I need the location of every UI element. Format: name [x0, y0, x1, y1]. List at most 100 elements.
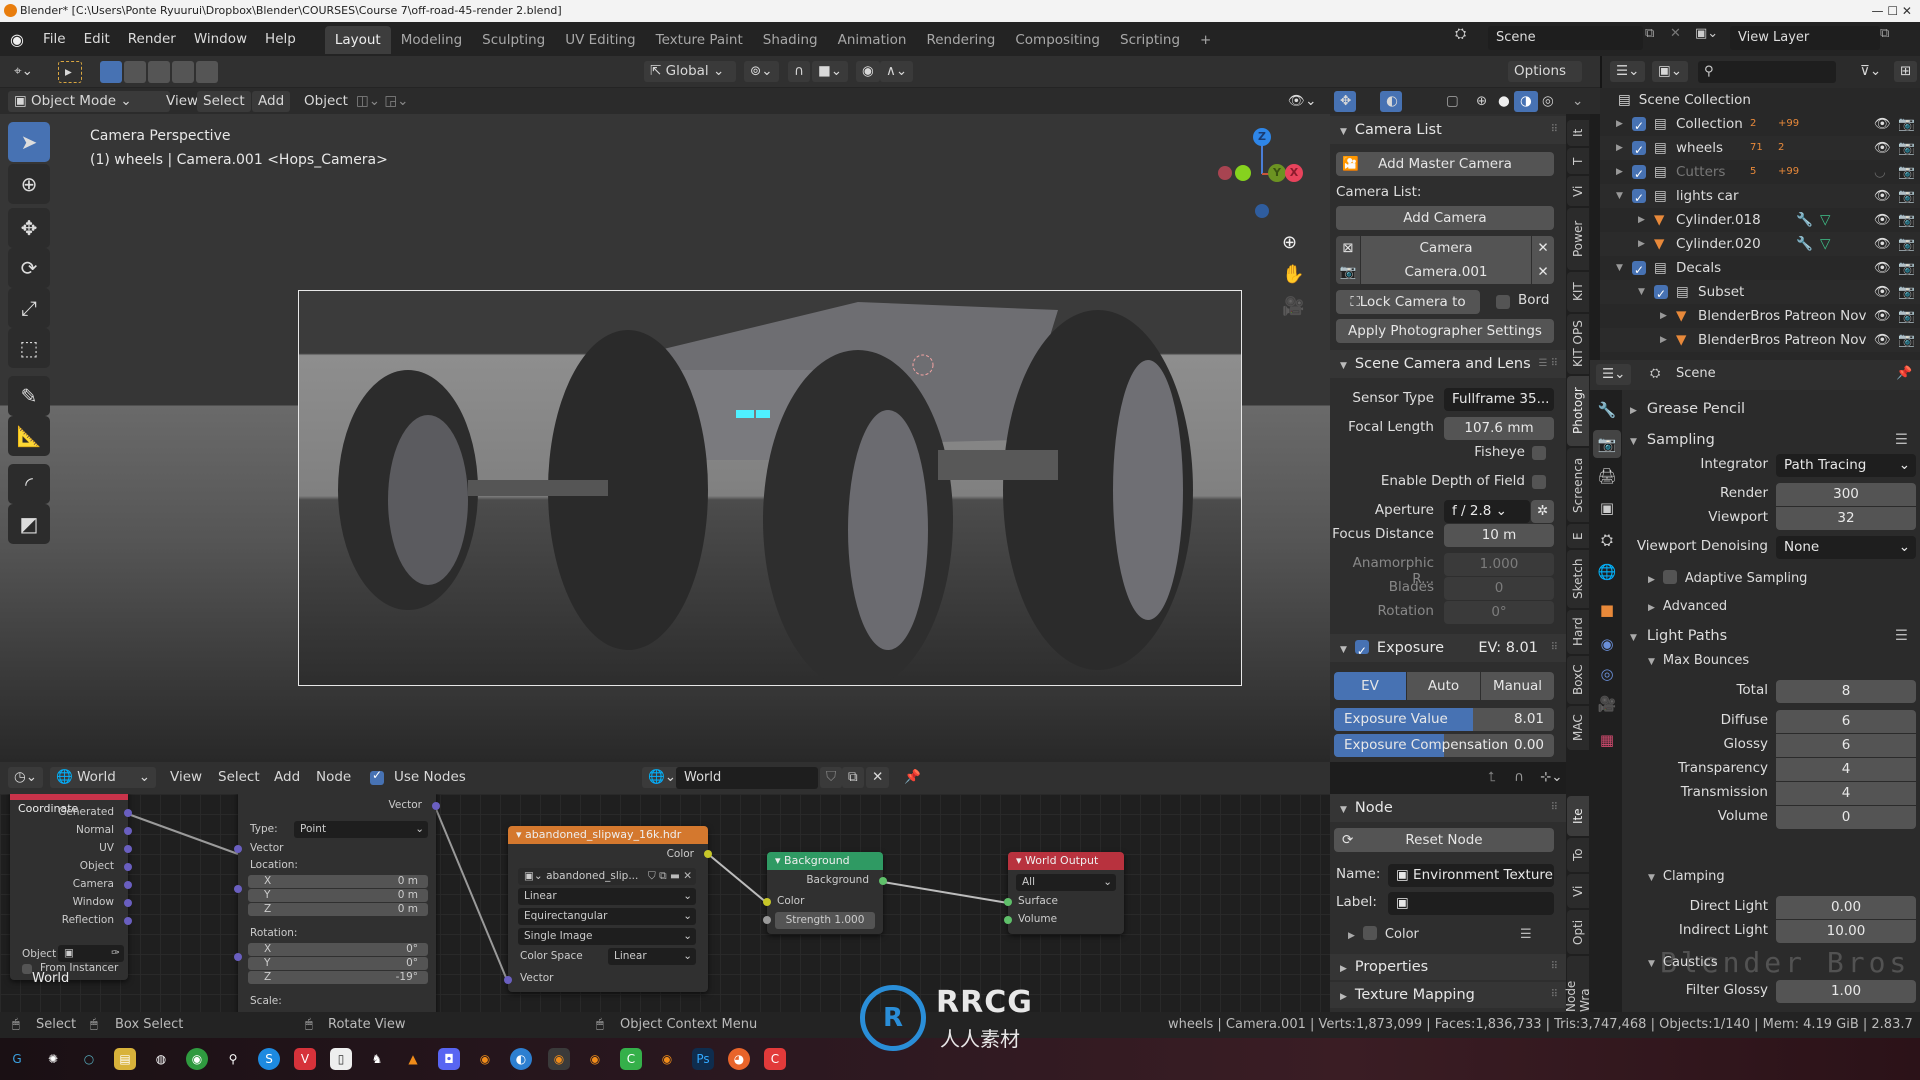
taskbar-logitech-icon[interactable]: G — [6, 1048, 28, 1070]
taskbar-steelseries-icon[interactable]: ✺ — [42, 1048, 64, 1070]
expand-icon[interactable]: ▶ — [1660, 304, 1667, 328]
world-output-surface-socket[interactable] — [1004, 898, 1012, 906]
grease-pencil-panel[interactable]: ▶ Grease Pencil — [1630, 398, 1745, 420]
visibility-eye-icon[interactable]: 👁 — [1874, 280, 1891, 304]
outliner-search-input[interactable]: ⚲ — [1698, 61, 1836, 83]
texture-mapping-panel-header[interactable]: ▶ Texture Mapping ⠿ — [1330, 982, 1566, 1008]
texcoord-output-socket[interactable] — [124, 917, 132, 925]
snap-element-icon[interactable]: ⊹⌄ — [1534, 767, 1569, 788]
world-name-field[interactable]: World — [676, 767, 818, 789]
envtex-interpolation-dropdown[interactable]: Linear ⌄ — [518, 888, 696, 905]
mesh-data-icon[interactable]: ▽ — [1820, 232, 1830, 256]
pivot-dropdown[interactable]: ⊚⌄ — [744, 61, 779, 82]
world-output-node-header[interactable]: ▾ World Output — [1008, 852, 1124, 870]
expand-icon[interactable]: ▶ — [1616, 136, 1623, 160]
child-count-badge[interactable]: 2 — [1750, 112, 1756, 136]
snap-toggle[interactable]: ∩ — [788, 61, 810, 82]
depth-of-field-checkbox[interactable] — [1532, 475, 1546, 489]
viewport-samples-field[interactable]: 32 — [1776, 507, 1916, 530]
move-tool-icon[interactable]: ✥ — [8, 208, 50, 248]
gizmo-neg-x-axis[interactable] — [1218, 166, 1232, 180]
camera-active-icon[interactable]: 📷 — [1336, 260, 1360, 284]
taskbar-notepad-icon[interactable]: ▯ — [330, 1048, 352, 1070]
render-toggle-icon[interactable]: 📷 — [1898, 184, 1915, 208]
outliner-item[interactable]: ▼ ▤ lights car 👁 📷 — [1600, 184, 1920, 210]
output-properties-tab-icon[interactable]: 🖨 — [1593, 462, 1621, 490]
properties-panel-header[interactable]: ▶ Properties ⠿ — [1330, 954, 1566, 980]
tab-modeling[interactable]: Modeling — [391, 26, 472, 54]
gizmo-neg-z-axis[interactable] — [1255, 204, 1269, 218]
material-shading-icon[interactable]: ◑ — [1514, 91, 1538, 112]
environment-texture-node[interactable]: ▾ abandoned_slipway_16k.hdr Color ▣⌄ aba… — [504, 826, 712, 992]
light-paths-panel-header[interactable]: ▼ Light Paths ☰ — [1630, 624, 1920, 648]
scene-tab-icon[interactable]: ⛭ — [1593, 526, 1621, 554]
visibility-eye-icon[interactable]: 👁 — [1874, 328, 1891, 352]
unlink-world-icon[interactable]: ✕ — [866, 767, 890, 788]
cursor-tool-icon[interactable]: ⊕ — [8, 164, 50, 204]
render-toggle-icon[interactable]: 📷 — [1898, 232, 1915, 256]
bounce-field[interactable]: 8 — [1776, 680, 1916, 703]
collapse-icon[interactable]: ▼ — [1638, 280, 1645, 304]
menu-select[interactable]: Select — [197, 91, 251, 112]
mapping-rot-field[interactable]: Z -19° — [248, 971, 428, 984]
view-layer-icon[interactable]: ▣⌄ — [1695, 26, 1725, 50]
node-editor-type-icon[interactable]: ◷⌄ — [8, 767, 44, 788]
adaptive-sampling-subpanel[interactable]: ▶ Adaptive Sampling — [1648, 568, 1807, 591]
tab-power[interactable]: Power — [1567, 208, 1589, 270]
outliner-editor-type-icon[interactable]: ☰⌄ — [1610, 61, 1646, 82]
tab-animation[interactable]: Animation — [828, 26, 917, 54]
tab-vi[interactable]: Vi — [1567, 176, 1589, 206]
outliner-item[interactable]: ▶ ▤ wheels 71 2 👁 📷 — [1600, 136, 1920, 162]
world-output-target-dropdown[interactable]: All ⌄ — [1016, 874, 1116, 891]
gizmo-x-axis[interactable]: X — [1285, 164, 1303, 182]
tab-scripting[interactable]: Scripting — [1110, 26, 1190, 54]
clamping-subpanel[interactable]: ▼ Clamping — [1648, 866, 1725, 889]
render-toggle-icon[interactable]: 📷 — [1898, 136, 1915, 160]
outliner-item[interactable]: ▶ ▤ Collection 2 +99 👁 📷 — [1600, 112, 1920, 138]
exclude-checkbox[interactable] — [1632, 138, 1646, 162]
taskbar-fox-icon[interactable]: ♞ — [366, 1048, 388, 1070]
modifier-icon[interactable]: 🔧 — [1796, 208, 1813, 232]
editor-type-icon[interactable]: ⌖⌄ — [8, 61, 39, 82]
exposure-mode-auto[interactable]: Auto — [1407, 672, 1480, 700]
mode-dropdown[interactable]: ▣ Object Mode ⌄ — [8, 91, 170, 112]
camera-view-icon[interactable]: 🎥 — [1282, 296, 1304, 317]
node-menu-view[interactable]: View — [164, 767, 208, 788]
border-checkbox[interactable] — [1496, 295, 1510, 309]
camera-list-panel-header[interactable]: ▼ Camera List ⠿ — [1330, 116, 1566, 144]
render-samples-field[interactable]: 300 — [1776, 483, 1916, 506]
taskbar-blender3-icon[interactable]: ◉ — [656, 1048, 678, 1070]
sampling-panel-header[interactable]: ▼ Sampling ☰ — [1630, 428, 1920, 452]
menu-file[interactable]: File — [34, 22, 75, 56]
exclude-checkbox[interactable] — [1632, 114, 1646, 138]
remove-camera-001-button[interactable]: ✕ — [1532, 260, 1554, 284]
pin-icon[interactable]: 📌 — [1896, 366, 1912, 381]
camera-data-tab-icon[interactable]: 🎥 — [1593, 690, 1621, 718]
measure-tool-icon[interactable]: 📐 — [8, 416, 50, 456]
select-intersect-mode-icon[interactable] — [172, 61, 194, 83]
node-menu-add[interactable]: Add — [268, 767, 306, 788]
image-browse-icon[interactable]: ▣⌄ — [524, 870, 546, 882]
select-tool-icon[interactable]: ▸ — [58, 61, 82, 83]
tab-sculpting[interactable]: Sculpting — [472, 26, 555, 54]
texcoord-output-socket[interactable] — [124, 863, 132, 871]
collapse-icon[interactable]: ▼ — [1616, 184, 1623, 208]
visibility-eye-icon[interactable]: 👁 — [1874, 304, 1891, 328]
mapping-rot-field[interactable]: X 0° — [248, 943, 428, 956]
taskbar-utility-icon[interactable]: ⚲ — [222, 1048, 244, 1070]
visibility-eye-icon[interactable]: 👁 — [1874, 232, 1891, 256]
shader-type-dropdown[interactable]: 🌐 World ⌄ — [50, 767, 156, 788]
node-menu-node[interactable]: Node — [310, 767, 357, 788]
tab-mac[interactable]: MAC — [1567, 706, 1589, 750]
aperture-dropdown[interactable]: f / 2.8 ⌄ — [1444, 500, 1530, 523]
select-invert-mode-icon[interactable] — [196, 61, 218, 83]
menu-help[interactable]: Help — [256, 22, 305, 56]
properties-editor-type-icon[interactable]: ☰⌄ — [1596, 364, 1632, 385]
node-name-field[interactable]: ▣ Environment Texture — [1388, 864, 1554, 887]
expand-icon[interactable]: ▶ — [1638, 208, 1645, 232]
child-count-badge[interactable]: +99 — [1778, 160, 1799, 184]
background-node-header[interactable]: ▾ Background — [767, 852, 883, 870]
tab-photographer[interactable]: Photogr — [1567, 376, 1589, 446]
mapping-rotation-socket[interactable] — [234, 953, 242, 961]
render-properties-tab-icon[interactable]: 📷 — [1593, 430, 1621, 458]
